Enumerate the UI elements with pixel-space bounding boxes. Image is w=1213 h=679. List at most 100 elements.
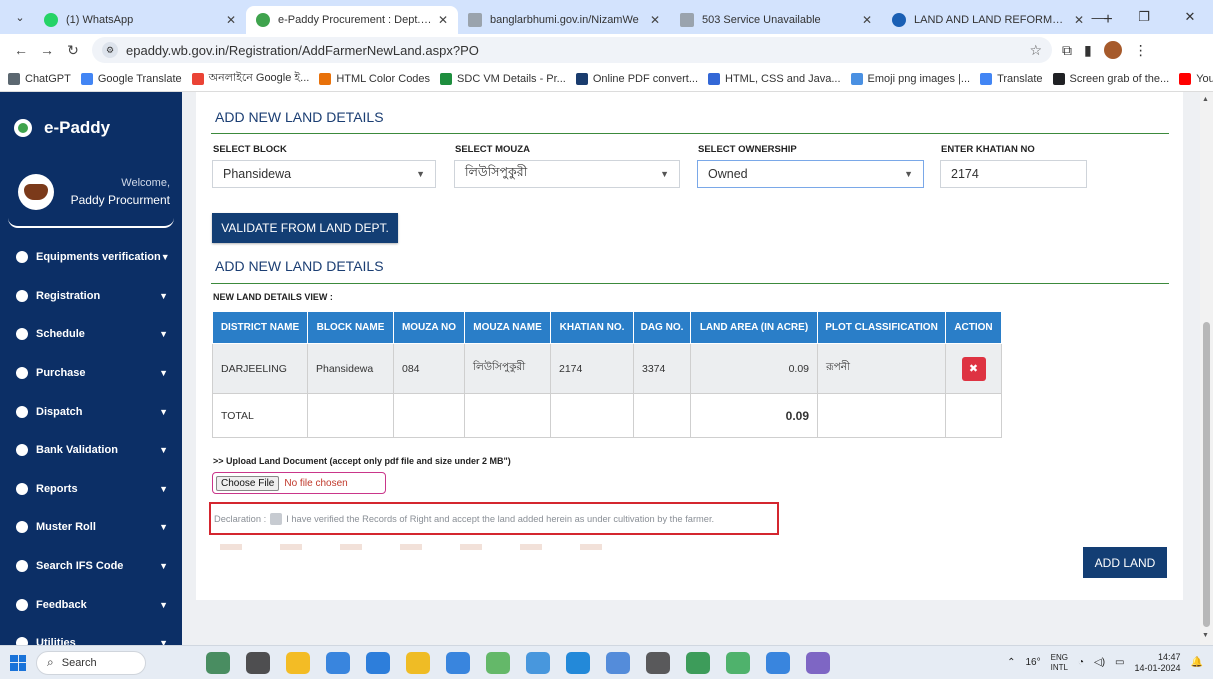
sidebar-item-reports[interactable]: Reports ▼	[0, 470, 182, 509]
taskbar-app-icon[interactable]	[766, 651, 790, 674]
close-icon[interactable]: ✕	[438, 13, 448, 27]
file-upload-field[interactable]: Choose File No file chosen	[212, 472, 386, 494]
menu-kebab-icon[interactable]: ⋮	[1134, 42, 1148, 59]
sidebar-item-utilities[interactable]: Utilities ▼	[0, 624, 182, 645]
site-info-icon[interactable]: ⚙	[102, 42, 118, 58]
bookmark-item[interactable]: HTML, CSS and Java...	[708, 72, 841, 85]
bullet-icon	[16, 289, 28, 302]
taskbar-app-icon[interactable]	[286, 651, 310, 674]
restore-icon[interactable]: ❐	[1121, 0, 1167, 34]
wifi-icon[interactable]: ◔	[1078, 657, 1084, 668]
taskbar-app-icon[interactable]	[646, 651, 670, 674]
profile-avatar[interactable]	[1103, 41, 1122, 59]
search-icon: ⌕	[47, 655, 54, 669]
scroll-down-icon[interactable]: ▼	[1202, 632, 1209, 639]
validate-land-button[interactable]: VALIDATE FROM LAND DEPT.	[212, 213, 398, 243]
sidebar-item-schedule[interactable]: Schedule ▼	[0, 315, 182, 354]
notification-bell-icon[interactable]: 🔔	[1191, 657, 1203, 668]
close-icon[interactable]: ✕	[862, 13, 872, 27]
bookmark-item[interactable]: ChatGPT	[8, 72, 71, 85]
section-divider	[211, 133, 1169, 134]
chevron-up-icon[interactable]: ⌃	[1007, 657, 1015, 668]
close-window-icon[interactable]: ✕	[1167, 0, 1213, 34]
bookmark-item[interactable]: YouTube	[1179, 72, 1213, 85]
empty-cell	[464, 393, 551, 438]
url-field[interactable]: ⚙ epaddy.wb.gov.in/Registration/AddFarme…	[92, 37, 1052, 63]
sidebar-item-muster-roll[interactable]: Muster Roll ▼	[0, 508, 182, 547]
add-land-button[interactable]: ADD LAND	[1083, 547, 1167, 578]
clock[interactable]: 14:47 14-01-2024	[1135, 652, 1181, 674]
sidebar-item-search-ifs-code[interactable]: Search IFS Code ▼	[0, 547, 182, 586]
bookmark-item[interactable]: HTML Color Codes	[319, 72, 431, 85]
taskbar-app-icon[interactable]	[566, 651, 590, 674]
page-scrollbar[interactable]: ▲ ▼	[1200, 92, 1213, 645]
epaddy-logo-icon	[14, 119, 32, 137]
sidebar-item-bank-validation[interactable]: Bank Validation ▼	[0, 431, 182, 470]
volume-icon[interactable]: ◁)	[1094, 657, 1105, 668]
reload-icon[interactable]: ↻	[60, 37, 86, 63]
forward-icon[interactable]: →	[34, 37, 60, 63]
taskbar-app-icon[interactable]	[726, 651, 750, 674]
chevron-down-icon: ▼	[159, 445, 168, 456]
taskbar-app-icon[interactable]	[206, 651, 230, 674]
block-select[interactable]: Phansidewa ▼	[212, 160, 436, 188]
whatsapp-icon	[44, 13, 58, 27]
close-icon[interactable]: ✕	[650, 13, 660, 27]
bookmark-item[interactable]: অনলাইনে Google ই...	[191, 69, 309, 88]
sidepanel-icon[interactable]: ▮	[1084, 42, 1092, 59]
ownership-value: Owned	[708, 167, 748, 181]
bookmark-item[interactable]: Translate	[980, 72, 1043, 85]
ownership-label: SELECT OWNERSHIP	[698, 144, 797, 155]
bullet-icon	[16, 444, 28, 457]
khatian-input[interactable]: 2174	[940, 160, 1087, 188]
bookmark-item[interactable]: SDC VM Details - Pr...	[440, 72, 566, 85]
choose-file-button[interactable]: Choose File	[216, 475, 280, 491]
bookmark-item[interactable]: Online PDF convert...	[575, 72, 698, 85]
scroll-up-icon[interactable]: ▲	[1202, 96, 1209, 103]
tab-banglarbhumi[interactable]: banglarbhumi.gov.in/NizamWe ✕	[458, 6, 670, 34]
tab-503[interactable]: 503 Service Unavailable ✕	[670, 6, 882, 34]
bookmark-item[interactable]: Google Translate	[80, 72, 182, 85]
delete-icon[interactable]: ✖	[961, 356, 986, 381]
taskbar-app-icon[interactable]	[806, 651, 830, 674]
sidebar-item-purchase[interactable]: Purchase ▼	[0, 354, 182, 393]
language-indicator[interactable]: ENG INTL	[1051, 653, 1068, 673]
taskbar-app-icon[interactable]	[326, 651, 350, 674]
sidebar-item-registration[interactable]: Registration ▼	[0, 277, 182, 316]
tab-search-icon[interactable]: ⌄	[6, 3, 34, 31]
declaration-checkbox[interactable]	[270, 512, 283, 525]
taskbar-app-icon[interactable]	[526, 651, 550, 674]
windows-start-icon[interactable]	[10, 654, 26, 671]
taskbar-app-icon[interactable]	[246, 651, 270, 674]
taskbar-app-icon[interactable]	[366, 651, 390, 674]
taskbar-app-icon[interactable]	[686, 651, 710, 674]
ownership-select[interactable]: Owned ▼	[697, 160, 924, 188]
sidebar-item-dispatch[interactable]: Dispatch ▼	[0, 392, 182, 431]
user-name: Paddy Procurment	[70, 193, 170, 207]
url-text: epaddy.wb.gov.in/Registration/AddFarmerN…	[126, 42, 479, 58]
sidebar-item-equipments-verification[interactable]: Equipments verification ▼	[0, 238, 182, 277]
scroll-thumb[interactable]	[1203, 322, 1210, 627]
globe-icon	[892, 13, 906, 27]
tab-land-reforms[interactable]: LAND AND LAND REFORMS AI ✕	[882, 6, 1094, 34]
back-icon[interactable]: ←	[8, 37, 34, 63]
taskbar-app-icon[interactable]	[406, 651, 430, 674]
taskbar-app-icon[interactable]	[606, 651, 630, 674]
tab-whatsapp[interactable]: (1) WhatsApp ✕	[34, 6, 246, 34]
bookmark-label: HTML Color Codes	[336, 72, 431, 85]
tab-epaddy[interactable]: e-Paddy Procurement : Dept. of ✕	[246, 6, 458, 34]
minimize-icon[interactable]: —	[1075, 0, 1121, 34]
bookmark-item[interactable]: Emoji png images |...	[850, 72, 970, 85]
mouza-select[interactable]: লিউসিপুকুরী ▼	[454, 160, 680, 188]
close-icon[interactable]: ✕	[226, 13, 236, 27]
brand[interactable]: e-Paddy	[0, 92, 182, 144]
bookmark-star-icon[interactable]: ☆	[1029, 42, 1042, 59]
taskbar-search[interactable]: ⌕ Search	[36, 650, 146, 675]
empty-cell	[817, 393, 946, 438]
battery-icon[interactable]: ▭	[1115, 657, 1124, 668]
taskbar-app-icon[interactable]	[446, 651, 470, 674]
bookmark-item[interactable]: Screen grab of the...	[1052, 72, 1169, 85]
sidebar-item-feedback[interactable]: Feedback ▼	[0, 585, 182, 624]
extensions-icon[interactable]: ⧉	[1062, 42, 1072, 59]
taskbar-app-icon[interactable]	[486, 651, 510, 674]
